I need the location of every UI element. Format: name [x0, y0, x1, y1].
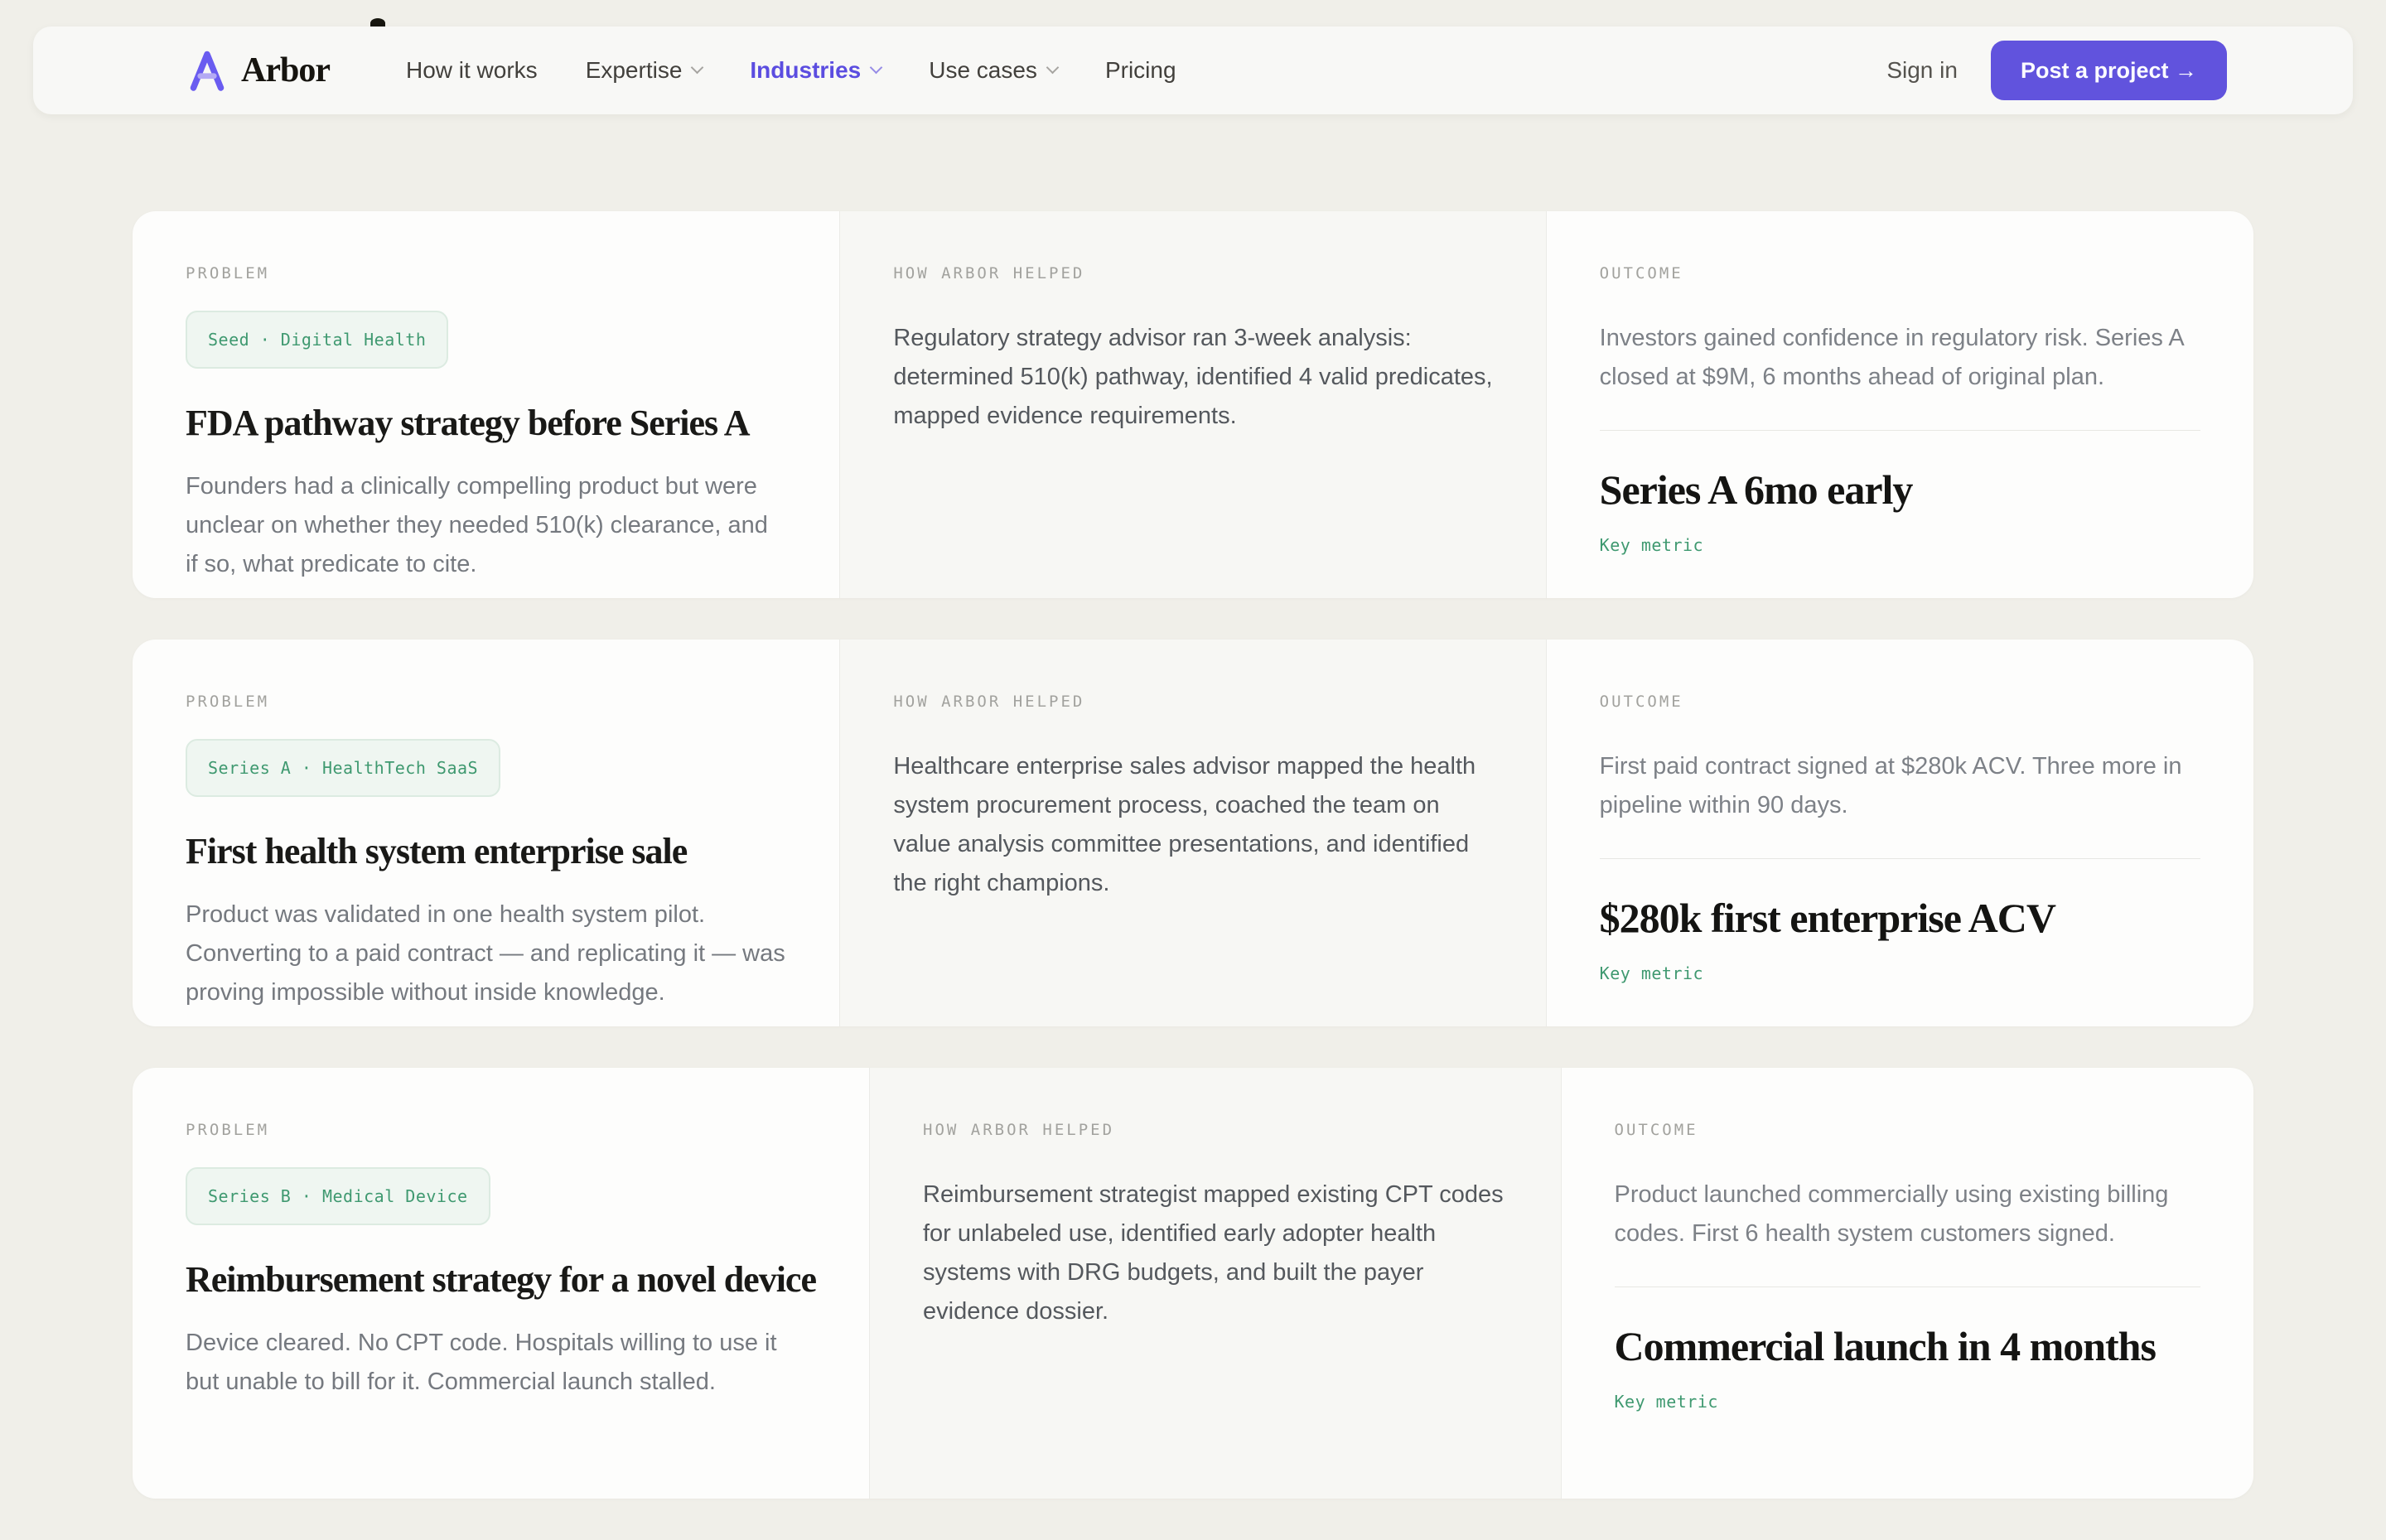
key-metric-value: $280k first enterprise ACV: [1600, 894, 2200, 942]
case-card: PROBLEM Series A · HealthTech SaaS First…: [133, 640, 2253, 1026]
key-metric-label: Key metric: [1600, 535, 2200, 555]
outcome-column: OUTCOME Product launched commercially us…: [1562, 1068, 2254, 1499]
nav-item-industries[interactable]: Industries: [750, 57, 881, 84]
how-arbor-helped-column: HOW ARBOR HELPED Regulatory strategy adv…: [839, 211, 1546, 598]
chevron-down-icon: [870, 60, 883, 74]
problem-body: Device cleared. No CPT code. Hospitals w…: [186, 1324, 816, 1402]
outcome-column: OUTCOME Investors gained confidence in r…: [1547, 211, 2253, 598]
outcome-divider: [1600, 430, 2200, 431]
problem-label: PROBLEM: [186, 1121, 816, 1139]
outcome-label: OUTCOME: [1600, 264, 2200, 282]
helped-body: Healthcare enterprise sales advisor mapp…: [893, 747, 1492, 903]
helped-body: Reimbursement strategist mapped existing…: [923, 1176, 1508, 1331]
case-study-list: PROBLEM Seed · Digital Health FDA pathwa…: [133, 211, 2253, 1540]
top-nav: Arbor How it works Expertise Industries …: [33, 27, 2353, 114]
case-title: FDA pathway strategy before Series A: [186, 402, 786, 444]
outcome-column: OUTCOME First paid contract signed at $2…: [1547, 640, 2253, 1026]
nav-item-use-cases[interactable]: Use cases: [929, 57, 1057, 84]
sign-in-link[interactable]: Sign in: [1886, 57, 1958, 84]
nav-item-pricing[interactable]: Pricing: [1105, 57, 1176, 84]
helped-label: HOW ARBOR HELPED: [893, 693, 1492, 711]
how-arbor-helped-column: HOW ARBOR HELPED Healthcare enterprise s…: [839, 640, 1546, 1026]
chevron-down-icon: [691, 60, 704, 74]
nav-item-how-it-works[interactable]: How it works: [406, 57, 538, 84]
key-metric-label: Key metric: [1600, 963, 2200, 983]
outcome-divider: [1600, 858, 2200, 859]
nav-item-label: Industries: [750, 57, 861, 84]
problem-body: Founders had a clinically compelling pro…: [186, 467, 786, 584]
nav-item-label: Pricing: [1105, 57, 1176, 84]
chevron-down-icon: [1046, 60, 1060, 74]
key-metric-label: Key metric: [1615, 1392, 2201, 1412]
post-a-project-button[interactable]: Post a project →: [1991, 41, 2227, 100]
nav-right: Sign in Post a project →: [1886, 41, 2227, 100]
stage-industry-badge: Series A · HealthTech SaaS: [186, 739, 500, 797]
outcome-body: First paid contract signed at $280k ACV.…: [1600, 747, 2200, 825]
logo-wordmark: Arbor: [241, 51, 330, 90]
case-card: PROBLEM Seed · Digital Health FDA pathwa…: [133, 211, 2253, 598]
nav-item-label: Expertise: [586, 57, 683, 84]
nav-item-label: Use cases: [929, 57, 1037, 84]
outcome-body: Investors gained confidence in regulator…: [1600, 319, 2200, 397]
helped-label: HOW ARBOR HELPED: [923, 1121, 1508, 1139]
outcome-label: OUTCOME: [1600, 693, 2200, 711]
helped-body: Regulatory strategy advisor ran 3-week a…: [893, 319, 1492, 436]
case-title: First health system enterprise sale: [186, 830, 786, 872]
problem-label: PROBLEM: [186, 693, 786, 711]
problem-body: Product was validated in one health syst…: [186, 896, 786, 1012]
problem-column: PROBLEM Seed · Digital Health FDA pathwa…: [133, 211, 839, 598]
arbor-logo[interactable]: Arbor: [186, 48, 330, 93]
problem-label: PROBLEM: [186, 264, 786, 282]
stage-industry-badge: Seed · Digital Health: [186, 311, 448, 369]
outcome-body: Product launched commercially using exis…: [1615, 1176, 2201, 1253]
problem-column: PROBLEM Series B · Medical Device Reimbu…: [133, 1068, 869, 1499]
key-metric-value: Commercial launch in 4 months: [1615, 1322, 2201, 1370]
arbor-logo-icon: [186, 48, 228, 93]
case-title: Reimbursement strategy for a novel devic…: [186, 1258, 816, 1301]
case-card: PROBLEM Series B · Medical Device Reimbu…: [133, 1068, 2253, 1499]
how-arbor-helped-column: HOW ARBOR HELPED Reimbursement strategis…: [869, 1068, 1562, 1499]
nav-links: How it works Expertise Industries Use ca…: [406, 57, 1176, 84]
key-metric-value: Series A 6mo early: [1600, 466, 2200, 514]
nav-item-label: How it works: [406, 57, 538, 84]
nav-item-expertise[interactable]: Expertise: [586, 57, 703, 84]
stage-industry-badge: Series B · Medical Device: [186, 1167, 490, 1225]
problem-column: PROBLEM Series A · HealthTech SaaS First…: [133, 640, 839, 1026]
helped-label: HOW ARBOR HELPED: [893, 264, 1492, 282]
outcome-label: OUTCOME: [1615, 1121, 2201, 1139]
